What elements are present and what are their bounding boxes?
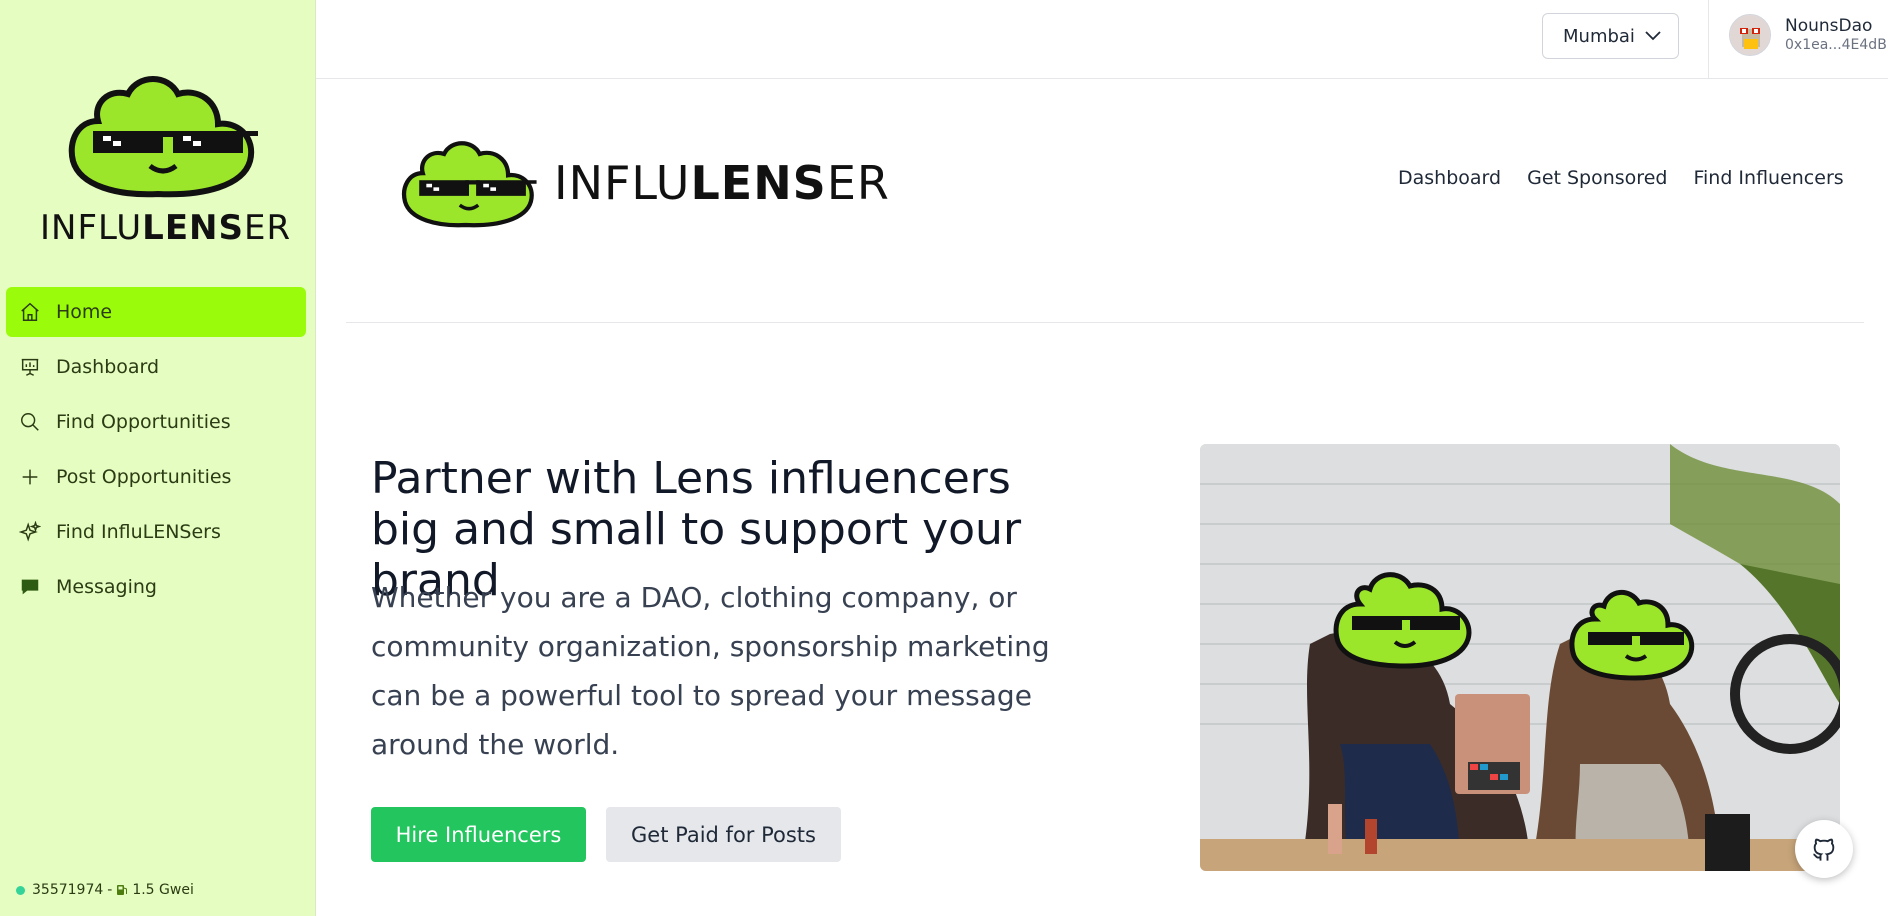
github-icon [1813, 838, 1835, 861]
chat-bubble-icon [16, 573, 44, 601]
block-number: 35571974 [32, 882, 104, 898]
divider [346, 322, 1864, 323]
noun-avatar-icon [1730, 15, 1770, 55]
sidebar-item-label: Find InfluLENSers [56, 521, 221, 543]
hero-image [1200, 444, 1840, 871]
sidebar: INFLULENSER Home Dashboard Find Opportun… [0, 0, 316, 916]
header-logo[interactable]: INFLULENSER [394, 134, 889, 230]
network-select[interactable]: Mumbai [1542, 13, 1679, 59]
brand-wordmark: INFLULENSER [554, 156, 890, 210]
presentation-chart-icon [16, 353, 44, 381]
sidebar-item-label: Find Opportunities [56, 411, 231, 433]
github-button[interactable] [1795, 820, 1853, 878]
gas-price: 1.5 Gwei [132, 882, 194, 898]
sidebar-item-post-opportunities[interactable]: Post Opportunities [6, 452, 306, 502]
sidebar-item-find-opportunities[interactable]: Find Opportunities [6, 397, 306, 447]
sidebar-logo[interactable]: INFLULENSER [40, 66, 292, 256]
home-icon [16, 298, 44, 326]
topbar-divider [1708, 0, 1709, 79]
network-status: 35571974 - 1.5 Gwei [16, 882, 194, 898]
header-nav: Dashboard Get Sponsored Find Influencers [1398, 167, 1844, 189]
user-name: NounsDao [1785, 16, 1873, 36]
sidebar-item-label: Home [56, 301, 113, 323]
gas-pump-icon [117, 885, 128, 895]
hire-influencers-button[interactable]: Hire Influencers [371, 807, 586, 862]
footer-separator: - [107, 882, 113, 898]
header-nav-get-sponsored[interactable]: Get Sponsored [1527, 167, 1667, 189]
mascot-logo-icon [68, 76, 258, 198]
wallet-address: 0x1ea...4E4dB [1785, 37, 1887, 53]
chevron-down-icon [1645, 31, 1661, 41]
header-nav-dashboard[interactable]: Dashboard [1398, 167, 1501, 189]
sidebar-item-dashboard[interactable]: Dashboard [6, 342, 306, 392]
influencers-photo-illustration [1200, 444, 1840, 871]
user-account[interactable]: NounsDao 0x1ea...4E4dB [1729, 14, 1887, 56]
avatar [1729, 14, 1771, 56]
brand-wordmark: INFLULENSER [40, 208, 292, 248]
sidebar-item-label: Dashboard [56, 356, 160, 378]
sidebar-item-find-influlensers[interactable]: Find InfluLENSers [6, 507, 306, 557]
sidebar-item-messaging[interactable]: Messaging [6, 562, 306, 612]
sidebar-item-label: Messaging [56, 576, 157, 598]
search-icon [16, 408, 44, 436]
top-bar: Mumbai NounsDao 0x1ea...4E4dB [316, 0, 1888, 79]
sidebar-nav: Home Dashboard Find Opportunities Post O… [6, 287, 306, 617]
sidebar-item-label: Post Opportunities [56, 466, 232, 488]
status-dot-icon [16, 885, 25, 895]
plus-icon [16, 463, 44, 491]
sidebar-item-home[interactable]: Home [6, 287, 306, 337]
header-nav-find-influencers[interactable]: Find Influencers [1693, 167, 1843, 189]
sparkles-icon [16, 518, 44, 546]
mascot-logo-icon [402, 141, 537, 228]
network-select-value: Mumbai [1563, 25, 1635, 47]
hero-subtitle: Whether you are a DAO, clothing company,… [371, 581, 1050, 761]
get-paid-button[interactable]: Get Paid for Posts [606, 807, 841, 862]
